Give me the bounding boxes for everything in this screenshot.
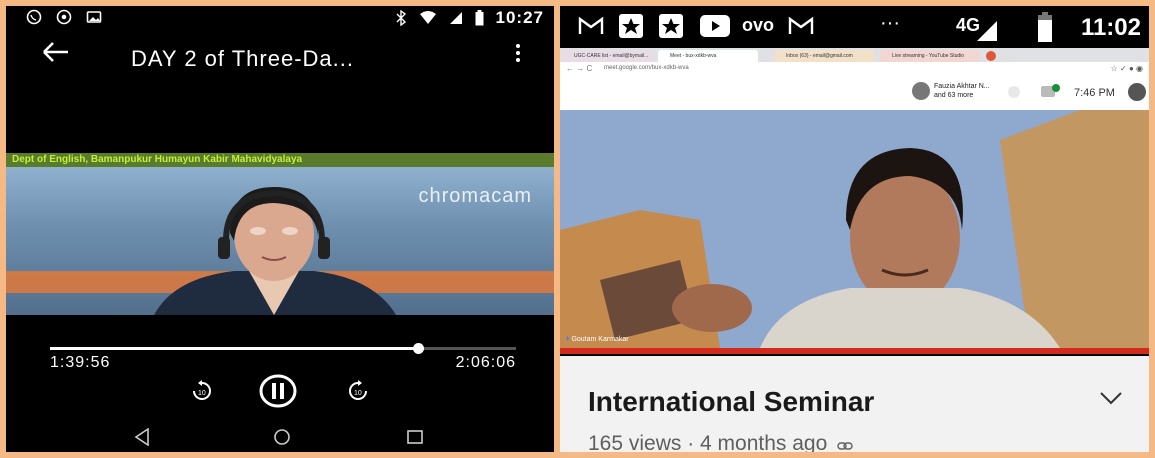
chevron-down-icon[interactable]: [1099, 390, 1123, 406]
nav-recents-icon[interactable]: [406, 429, 424, 445]
status-bar-left: 10:27: [6, 6, 554, 28]
signal-icon: [449, 12, 462, 24]
seek-bar-played: [50, 347, 419, 350]
youtube-progress-bar[interactable]: [560, 348, 1149, 354]
room-background: [560, 110, 1149, 348]
pause-icon[interactable]: [258, 373, 298, 409]
android-nav-bar: [6, 424, 554, 452]
gmail-icon-2: [788, 16, 814, 34]
bluetooth-icon: [396, 10, 406, 26]
browser-tab[interactable]: UGC-CARE list - email@bymail...: [562, 50, 652, 62]
speaker-name-label: ⏵ Goutam Karmakar: [566, 336, 629, 344]
speaker-person-image-right: [560, 110, 1149, 348]
participants-label: Fauzia Akhtar N... and 63 more: [934, 83, 990, 99]
speaker-person-image: [154, 187, 396, 315]
player-top-bar: DAY 2 of Three-Da...: [6, 34, 554, 74]
total-time: 2:06:06: [455, 354, 516, 371]
avatar: [912, 82, 930, 100]
collage-frame: 10:27 DAY 2 of Three-Da... Dept of Engli…: [0, 0, 1155, 458]
new-tab-button[interactable]: [986, 51, 996, 61]
right-phone-screen: ovo ··· 4G 11:02 UGC-CARE list - email@b…: [560, 6, 1149, 452]
left-phone-screen: 10:27 DAY 2 of Three-Da... Dept of Engli…: [6, 6, 554, 452]
current-time: 1:39:56: [50, 354, 111, 371]
nav-back-icon[interactable]: [134, 428, 150, 446]
browser-tabs: UGC-CARE list - email@bymail... Meet - b…: [560, 48, 1149, 62]
gmail-icon: [578, 16, 604, 34]
views-and-date: 165 views · 4 months ago: [588, 432, 828, 452]
meet-clock: 7:46 PM: [1074, 87, 1115, 99]
browser-extension-icons[interactable]: ☆ ✓ ● ◉: [1111, 64, 1143, 73]
wifi-icon: [419, 11, 436, 24]
status-bar-right: ovo ··· 4G 11:02: [560, 6, 1149, 48]
rewind-10-icon[interactable]: 10: [190, 379, 214, 403]
nav-arrows-icon[interactable]: ← → C: [566, 64, 592, 73]
battery-icon-right: [1038, 12, 1052, 42]
app-icon-1: [619, 14, 643, 38]
ovo-icon: ovo: [742, 15, 775, 35]
watermark-text: chromacam: [418, 185, 532, 207]
browser-tab[interactable]: Live streaming - YouTube Studio: [880, 50, 980, 62]
video-title-right: International Seminar: [588, 386, 875, 417]
address-bar[interactable]: ← → C meet.google.com/bux-xdkb-wva ☆ ✓ ●…: [560, 62, 1149, 78]
chat-icon[interactable]: [1040, 84, 1060, 100]
back-arrow-icon[interactable]: [40, 40, 70, 64]
status-time: 10:27: [495, 8, 544, 27]
video-frame[interactable]: Dept of English, Bamanpukur Humayun Kabi…: [6, 153, 554, 315]
raise-hand-icon[interactable]: [1006, 84, 1022, 100]
chrome-icon: [56, 9, 72, 25]
user-avatar[interactable]: [1128, 83, 1146, 101]
meet-top-bar: Fauzia Akhtar N... and 63 more 7:46 PM: [560, 78, 1149, 110]
whatsapp-icon: [26, 9, 42, 25]
meet-video-area[interactable]: Fauzia Akhtar N... and 63 more 7:46 PM ⏵…: [560, 78, 1149, 348]
browser-tab-active[interactable]: Meet - bux-xdkb-wva: [658, 50, 758, 62]
seek-bar[interactable]: [50, 343, 516, 354]
link-icon: [837, 442, 853, 450]
video-meta: 165 views · 4 months ago: [588, 432, 853, 452]
playback-controls: 10 10: [6, 371, 554, 411]
forward-10-icon[interactable]: 10: [346, 379, 370, 403]
battery-icon: [475, 10, 484, 26]
seek-thumb[interactable]: [413, 343, 425, 354]
speaker-name: Goutam Karmakar: [571, 336, 629, 343]
more-notifications-icon: ···: [880, 12, 900, 34]
status-time-right: 11:02: [1080, 14, 1141, 41]
browser-chrome: UGC-CARE list - email@bymail... Meet - b…: [560, 48, 1149, 78]
svg-text:10: 10: [198, 390, 206, 397]
browser-tab[interactable]: Inbox (63) - email@gmail.com: [774, 50, 874, 62]
video-title: DAY 2 of Three-Da...: [131, 46, 354, 71]
more-options-icon[interactable]: [516, 44, 522, 62]
url-text: meet.google.com/bux-xdkb-wva: [604, 65, 689, 71]
youtube-icon: [700, 15, 730, 37]
image-icon: [86, 11, 102, 23]
video-info-panel: International Seminar 165 views · 4 mont…: [560, 356, 1149, 452]
nav-home-icon[interactable]: [272, 428, 292, 446]
signal-icon-right: [977, 21, 997, 41]
video-banner-text: Dept of English, Bamanpukur Humayun Kabi…: [6, 153, 554, 167]
app-icon-2: [659, 14, 683, 38]
svg-text:10: 10: [354, 390, 362, 397]
